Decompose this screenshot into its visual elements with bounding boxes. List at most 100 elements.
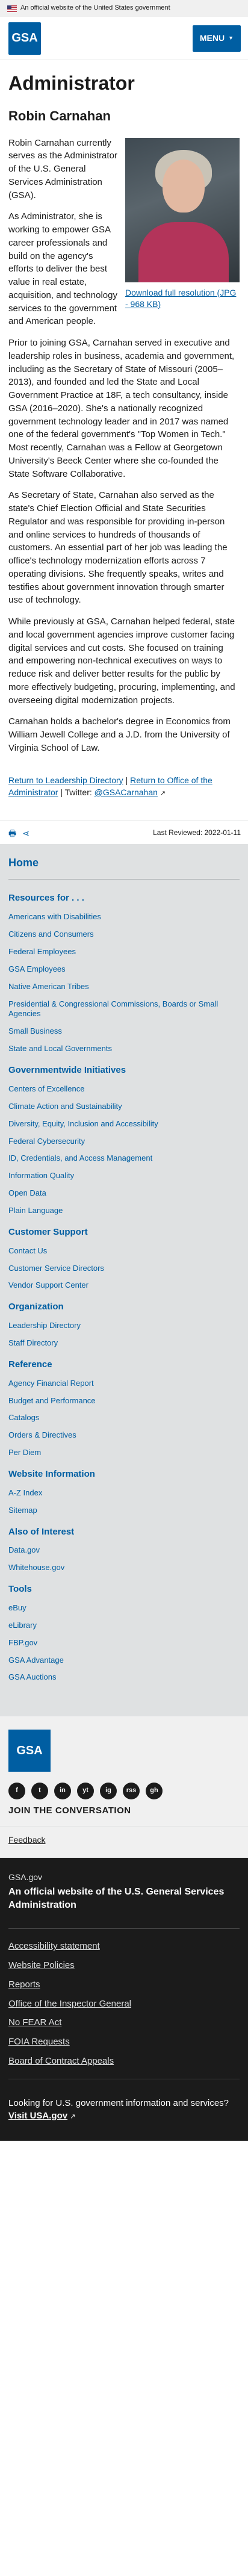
identifier-link[interactable]: Accessibility statement xyxy=(8,1941,100,1951)
identifier-official: An official website of the U.S. General … xyxy=(8,1887,225,1910)
sitemap-heading: Governmentwide Initiatives xyxy=(8,1065,126,1076)
feedback-row: Feedback xyxy=(0,1826,248,1858)
footer-sitemap: Home Resources for . . . Americans with D… xyxy=(0,844,248,1717)
sitemap-link[interactable]: Diversity, Equity, Inclusion and Accessi… xyxy=(8,1119,240,1129)
sitemap-link[interactable]: Citizens and Consumers xyxy=(8,930,240,940)
rss-icon[interactable]: rss xyxy=(123,1783,140,1800)
identifier-link[interactable]: Office of the Inspector General xyxy=(8,1999,131,2009)
sitemap-link[interactable]: Americans with Disabilities xyxy=(8,912,240,922)
identifier-link[interactable]: Board of Contract Appeals xyxy=(8,2056,114,2066)
social-icons: f t in yt ig rss gh xyxy=(8,1783,240,1800)
site-header: GSA MENU ▼ xyxy=(0,17,248,60)
portrait-figure: Download full resolution (JPG - 968 KB) xyxy=(125,137,240,310)
sitemap-link[interactable]: Per Diem xyxy=(8,1448,240,1458)
sitemap-list: Data.gov Whitehouse.gov xyxy=(8,1545,240,1573)
usagov-link[interactable]: Visit USA.gov xyxy=(8,2111,67,2121)
facebook-icon[interactable]: f xyxy=(8,1783,25,1800)
sitemap-heading: Reference xyxy=(8,1359,52,1370)
join-conversation: JOIN THE CONVERSATION xyxy=(8,1805,131,1816)
sitemap-link[interactable]: Presidential & Congressional Commissions… xyxy=(8,999,240,1020)
sitemap-list: eBuy eLibrary FBP.gov GSA Advantage GSA Auct… xyxy=(8,1603,240,1683)
twitter-label: | Twitter: xyxy=(60,787,92,797)
sitemap-link[interactable]: eLibrary xyxy=(8,1621,240,1631)
home-link[interactable]: Home xyxy=(8,855,240,880)
page-footer-bar: 🖶 ⋖ Last Reviewed: 2022-01-11 xyxy=(0,820,248,844)
sitemap-link[interactable]: Sitemap xyxy=(8,1506,240,1516)
print-icon[interactable]: 🖶 xyxy=(8,827,16,839)
gsa-logo[interactable]: GSA xyxy=(8,22,41,55)
sitemap-link[interactable]: Catalogs xyxy=(8,1413,240,1423)
sitemap-link[interactable]: Climate Action and Sustainability xyxy=(8,1102,240,1112)
sitemap-link[interactable]: GSA Auctions xyxy=(8,1672,240,1683)
github-icon[interactable]: gh xyxy=(146,1783,163,1800)
sitemap-link[interactable]: Small Business xyxy=(8,1026,240,1037)
sitemap-heading: Customer Support xyxy=(8,1226,88,1237)
identifier-link[interactable]: Reports xyxy=(8,1979,40,1990)
identifier-link[interactable]: FOIA Requests xyxy=(8,2037,70,2047)
sitemap-link[interactable]: Whitehouse.gov xyxy=(8,1563,240,1573)
sitemap-link[interactable]: eBuy xyxy=(8,1603,240,1613)
sitemap-link[interactable]: GSA Advantage xyxy=(8,1656,240,1666)
sitemap-list: Agency Financial Report Budget and Perfor… xyxy=(8,1379,240,1458)
sitemap-link[interactable]: Open Data xyxy=(8,1188,240,1199)
sitemap-link[interactable]: Contact Us xyxy=(8,1246,240,1256)
social-section: GSA f t in yt ig rss gh JOIN THE CONVERSATION xyxy=(0,1716,248,1826)
identifier: GSA.gov An official website of the U.S. … xyxy=(0,1857,248,2141)
identifier-link[interactable]: Website Policies xyxy=(8,1960,75,1970)
instagram-icon[interactable]: ig xyxy=(100,1783,117,1800)
sitemap-link[interactable]: Native American Tribes xyxy=(8,982,240,992)
sitemap-heading: Tools xyxy=(8,1584,32,1595)
share-icon[interactable]: ⋖ xyxy=(22,827,29,839)
sitemap-heading: Resources for . . . xyxy=(8,893,84,904)
sitemap-sections: Resources for . . . Americans with Disabi… xyxy=(8,892,240,1683)
return-leadership-link[interactable]: Return to Leadership Directory xyxy=(8,775,123,785)
page-title: Administrator xyxy=(8,72,135,94)
sitemap-link[interactable]: State and Local Governments xyxy=(8,1044,240,1054)
twitter-link[interactable]: @GSACarnahan xyxy=(95,787,158,797)
sitemap-link[interactable]: Leadership Directory xyxy=(8,1321,240,1331)
external-link-icon: ↗ xyxy=(160,789,166,797)
identifier-domain: GSA.gov xyxy=(8,1872,43,1882)
identifier-link[interactable]: No FEAR Act xyxy=(8,2017,61,2028)
sitemap-link[interactable]: GSA Employees xyxy=(8,964,240,975)
sitemap-link[interactable]: Plain Language xyxy=(8,1206,240,1216)
sitemap-link[interactable]: A-Z Index xyxy=(8,1488,240,1498)
sitemap-link[interactable]: Staff Directory xyxy=(8,1338,240,1349)
sitemap-heading: Organization xyxy=(8,1302,64,1312)
sitemap-link[interactable]: ID, Credentials, and Access Management xyxy=(8,1153,240,1164)
gsa-footer-logo[interactable]: GSA xyxy=(8,1730,51,1772)
return-links: Return to Leadership Directory | Return … xyxy=(8,775,212,797)
sitemap-link[interactable]: Vendor Support Center xyxy=(8,1280,240,1291)
identifier-link-item: Accessibility statement xyxy=(8,1940,240,1953)
sitemap-link[interactable]: Agency Financial Report xyxy=(8,1379,240,1389)
page-actions: 🖶 ⋖ xyxy=(8,827,29,839)
feedback-link[interactable]: Feedback xyxy=(8,1835,45,1845)
sitemap-link[interactable]: Federal Cybersecurity xyxy=(8,1137,240,1147)
menu-button[interactable]: MENU ▼ xyxy=(192,25,241,52)
sitemap-link[interactable]: Centers of Excellence xyxy=(8,1084,240,1094)
sitemap-link[interactable]: Data.gov xyxy=(8,1545,240,1556)
sitemap-list: Americans with Disabilities Citizens and … xyxy=(8,912,240,1054)
identifier-links: Accessibility statement Website Policies R… xyxy=(8,1928,240,2067)
sitemap-link[interactable]: FBP.gov xyxy=(8,1638,240,1648)
portrait-photo xyxy=(125,137,240,282)
last-reviewed: Last Reviewed: 2022-01-11 xyxy=(153,828,241,837)
sitemap-heading: Website Information xyxy=(8,1469,95,1480)
sitemap-link[interactable]: Federal Employees xyxy=(8,947,240,957)
sitemap-link[interactable]: Information Quality xyxy=(8,1171,240,1181)
download-photo-link[interactable]: Download full resolution (JPG - 968 KB) xyxy=(125,287,240,310)
chevron-down-icon: ▼ xyxy=(228,34,234,41)
sitemap-link[interactable]: Budget and Performance xyxy=(8,1396,240,1406)
usagov-question: Looking for U.S. government information … xyxy=(8,2097,229,2108)
twitter-icon[interactable]: t xyxy=(31,1783,48,1800)
person-name: Robin Carnahan xyxy=(8,108,111,123)
banner-text: An official website of the United States… xyxy=(20,4,170,12)
sitemap-list: Centers of Excellence Climate Action and … xyxy=(8,1084,240,1216)
usagov-section: Looking for U.S. government information … xyxy=(8,2078,240,2123)
sitemap-list: Contact Us Customer Service Directors Vend… xyxy=(8,1246,240,1291)
sitemap-link[interactable]: Customer Service Directors xyxy=(8,1264,240,1274)
bio-paragraph: Prior to joining GSA, Carnahan served in… xyxy=(8,338,235,479)
sitemap-link[interactable]: Orders & Directives xyxy=(8,1430,240,1441)
youtube-icon[interactable]: yt xyxy=(77,1783,94,1800)
linkedin-icon[interactable]: in xyxy=(54,1783,71,1800)
